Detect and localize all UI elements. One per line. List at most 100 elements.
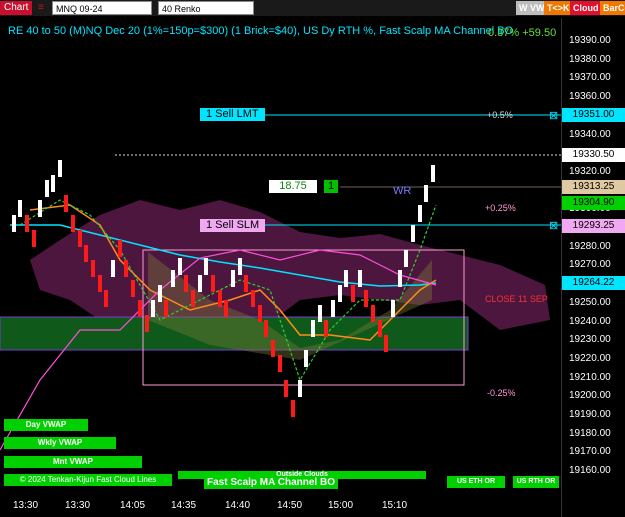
- y-tick-label: 19390.00: [569, 35, 611, 46]
- y-tick-label: 19280.00: [569, 240, 611, 252]
- down-brick: [284, 380, 288, 397]
- up-brick: [231, 270, 235, 287]
- y-tick-label: 19240.00: [569, 315, 611, 327]
- y-tick-label: 19180.00: [569, 427, 611, 439]
- up-brick: [18, 200, 22, 217]
- y-tick-label: 19230.00: [569, 334, 611, 346]
- up-brick: [304, 350, 308, 367]
- up-brick: [171, 270, 175, 287]
- up-brick: [411, 225, 415, 242]
- x-tick-label: 14:35: [171, 500, 197, 511]
- down-brick: [124, 260, 128, 277]
- up-brick: [111, 260, 115, 277]
- price-tag: 19313.25: [562, 180, 625, 194]
- price-tag: 19351.00: [562, 108, 625, 122]
- copyright-text: © 2024 Tenkan-Kijun Fast Cloud Lines: [4, 474, 172, 486]
- down-brick: [278, 355, 282, 372]
- y-tick-label: 19250.00: [569, 296, 611, 308]
- y-tick-label: 19360.00: [569, 91, 611, 103]
- up-brick: [398, 270, 402, 287]
- up-brick: [178, 258, 182, 275]
- plus-quarter-label: +0.25%: [485, 203, 516, 213]
- down-brick: [258, 305, 262, 322]
- up-brick: [45, 180, 49, 197]
- down-brick: [211, 275, 215, 292]
- us-rth-or-button[interactable]: US RTH OR: [513, 476, 559, 488]
- down-brick: [164, 300, 168, 317]
- y-tick-label: 19210.00: [569, 371, 611, 383]
- x-tick-label: 15:10: [382, 500, 408, 511]
- up-brick: [331, 300, 335, 317]
- down-brick: [184, 275, 188, 292]
- down-brick: [384, 335, 388, 352]
- down-brick: [84, 245, 88, 262]
- y-tick-label: 19320.00: [569, 165, 611, 177]
- up-brick: [391, 300, 395, 317]
- y-tick-label: 19200.00: [569, 390, 611, 402]
- up-brick: [51, 175, 55, 192]
- chart-title: RE 40 to 50 (M)NQ Dec 20 (1%=150p=$300) …: [8, 25, 514, 37]
- down-brick: [224, 300, 228, 317]
- up-brick: [12, 215, 16, 232]
- wkly-vwap-button[interactable]: Wkly VWAP: [4, 437, 116, 449]
- wr-label: WR: [393, 185, 412, 197]
- up-brick: [431, 165, 435, 182]
- down-brick: [264, 320, 268, 337]
- up-brick: [238, 258, 242, 275]
- down-brick: [131, 280, 135, 297]
- price-tag: 19264.22: [562, 276, 625, 290]
- y-tick-label: 19190.00: [569, 409, 611, 420]
- up-brick: [198, 275, 202, 292]
- up-brick: [38, 200, 42, 217]
- down-brick: [324, 320, 328, 337]
- down-brick: [271, 340, 275, 357]
- y-tick-label: 19170.00: [569, 446, 611, 458]
- down-brick: [218, 290, 222, 307]
- up-brick: [404, 250, 408, 267]
- y-tick-label: 19270.00: [569, 259, 611, 271]
- plus-half-label: +0.5%: [487, 110, 513, 120]
- price-tag: 19330.50: [562, 148, 625, 162]
- sell-lmt-order[interactable]: 1 Sell LMT: [200, 108, 265, 121]
- down-brick: [191, 290, 195, 307]
- down-brick: [378, 320, 382, 337]
- down-brick: [145, 315, 149, 332]
- x-tick-label: 14:05: [120, 500, 146, 511]
- down-brick: [98, 275, 102, 292]
- us-eth-or-button[interactable]: US ETH OR: [447, 476, 505, 488]
- change-value: 0.37% +59.50: [488, 27, 557, 39]
- up-brick: [418, 205, 422, 222]
- x-tick-label: 14:50: [277, 500, 303, 511]
- down-brick: [71, 215, 75, 232]
- stop-marker-icon: ⊠: [549, 110, 558, 122]
- position-pnl[interactable]: 18.75: [269, 180, 317, 193]
- sell-slm-order[interactable]: 1 Sell SLM: [200, 219, 266, 232]
- fast-scalp-label: Fast Scalp MA Channel BO: [204, 476, 338, 489]
- down-brick: [371, 305, 375, 322]
- up-brick: [338, 285, 342, 302]
- mnt-vwap-button[interactable]: Mnt VWAP: [4, 456, 142, 468]
- up-brick: [344, 270, 348, 287]
- day-vwap-button[interactable]: Day VWAP: [4, 419, 88, 431]
- down-brick: [244, 275, 248, 292]
- down-brick: [32, 230, 36, 247]
- up-brick: [298, 380, 302, 397]
- position-qty[interactable]: 1: [324, 180, 338, 193]
- down-brick: [25, 215, 29, 232]
- down-brick: [351, 285, 355, 302]
- x-tick-label: 14:40: [225, 500, 251, 511]
- y-tick-label: 19340.00: [569, 128, 611, 140]
- price-tag: 19304.90: [562, 196, 625, 210]
- x-tick-label: 13:30: [13, 500, 39, 511]
- down-brick: [251, 290, 255, 307]
- down-brick: [118, 240, 122, 257]
- down-brick: [291, 400, 295, 417]
- y-tick-label: 19370.00: [569, 72, 611, 84]
- up-brick: [158, 285, 162, 302]
- price-tag: 19293.25: [562, 219, 625, 233]
- y-tick-label: 19160.00: [569, 465, 611, 477]
- close-label: CLOSE 11 SEP: [485, 294, 548, 304]
- up-brick: [358, 270, 362, 287]
- minus-quarter-label: -0.25%: [487, 388, 516, 398]
- up-brick: [311, 320, 315, 337]
